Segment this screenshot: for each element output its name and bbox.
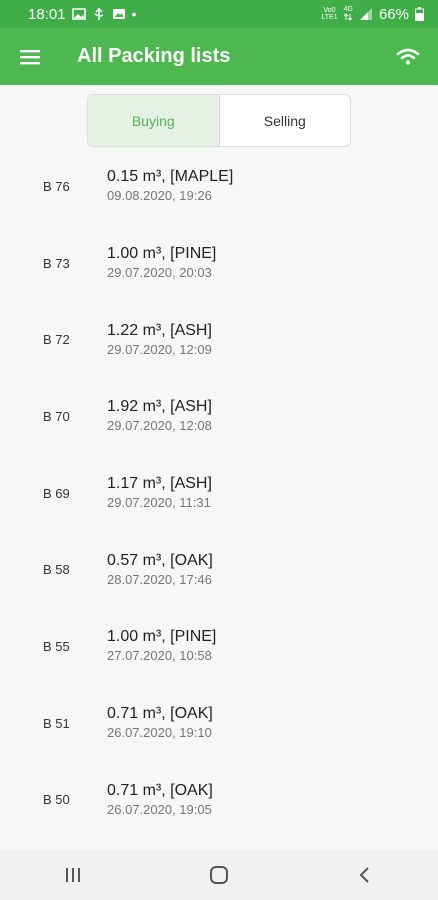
list-item[interactable]: B 50 0.71 m³, [OAK] 26.07.2020, 19:05 — [0, 762, 438, 839]
item-text: 0.15 m³, [MAPLE] 09.08.2020, 19:26 — [107, 167, 233, 205]
item-code: B 72 — [43, 332, 70, 348]
battery-percent: 66% — [378, 5, 409, 23]
list-item[interactable]: B 69 1.17 m³, [ASH] 29.07.2020, 11:31 — [0, 455, 438, 532]
wifi-button[interactable] — [378, 28, 438, 85]
item-date: 26.07.2020, 19:05 — [107, 801, 212, 817]
list-item[interactable]: B 51 0.71 m³, [OAK] 26.07.2020, 19:10 — [0, 685, 438, 762]
item-volume-species: 0.71 m³, [OAK] — [107, 781, 213, 799]
item-code: B 73 — [43, 255, 70, 271]
item-volume-species: 1.17 m³, [ASH] — [107, 475, 212, 493]
item-text: 1.17 m³, [ASH] 29.07.2020, 11:31 — [107, 474, 212, 512]
item-volume-species: 0.57 m³, [OAK] — [107, 551, 213, 569]
item-date: 26.07.2020, 19:10 — [107, 725, 212, 741]
recent-apps-icon — [66, 868, 80, 882]
list-item[interactable]: B 70 1.92 m³, [ASH] 29.07.2020, 12:08 — [0, 378, 438, 455]
item-code: B 70 — [43, 408, 70, 424]
data-arrows-icon — [343, 12, 353, 21]
tab-buying[interactable]: Buying — [88, 95, 220, 146]
item-text: 1.92 m³, [ASH] 29.07.2020, 12:08 — [107, 397, 212, 435]
gallery-notification-icon — [71, 8, 86, 20]
item-date: 09.08.2020, 19:26 — [107, 188, 212, 204]
item-text: 1.22 m³, [ASH] 29.07.2020, 12:09 — [107, 321, 212, 359]
item-date: 27.07.2020, 10:58 — [107, 648, 212, 664]
item-volume-species: 1.22 m³, [ASH] — [107, 321, 212, 339]
item-date: 28.07.2020, 17:46 — [107, 571, 212, 587]
list-item[interactable]: B 72 1.22 m³, [ASH] 29.07.2020, 12:09 — [0, 301, 438, 378]
network-label: 4G — [343, 5, 353, 13]
volte-top-label: Vo0 — [323, 7, 336, 14]
volte-indicator: Vo0 LTE1 — [321, 7, 337, 21]
recent-apps-button[interactable] — [43, 850, 103, 900]
hamburger-menu-icon — [20, 49, 40, 64]
tab-selling[interactable]: Selling — [220, 95, 351, 146]
item-code: B 50 — [43, 792, 70, 808]
item-date: 29.07.2020, 12:08 — [107, 418, 212, 434]
list-item[interactable]: B 73 1.00 m³, [PINE] 29.07.2020, 20:03 — [0, 225, 438, 302]
item-date: 29.07.2020, 11:31 — [107, 495, 211, 511]
status-time: 18:01 — [28, 5, 66, 23]
item-volume-species: 1.92 m³, [ASH] — [107, 398, 212, 416]
item-code: B 58 — [43, 562, 70, 578]
back-button[interactable] — [335, 850, 395, 900]
back-icon — [359, 867, 369, 883]
battery-icon — [415, 7, 424, 21]
list-item[interactable]: B 58 0.57 m³, [OAK] 28.07.2020, 17:46 — [0, 531, 438, 608]
status-bar: 18:01 • Vo0 LTE1 4G 66% — [0, 0, 438, 28]
wifi-icon — [396, 48, 420, 65]
item-volume-species: 0.15 m³, [MAPLE] — [107, 168, 234, 186]
item-code: B 76 — [43, 178, 70, 194]
page-title: All Packing lists — [77, 45, 231, 67]
notification-dot: • — [131, 6, 137, 22]
system-nav-bar — [0, 850, 438, 900]
item-volume-species: 1.00 m³, [PINE] — [107, 245, 217, 263]
item-date: 29.07.2020, 20:03 — [107, 265, 212, 281]
packing-list: B 76 0.15 m³, [MAPLE] 09.08.2020, 19:26 … — [0, 148, 438, 838]
menu-button[interactable] — [0, 28, 60, 85]
home-icon — [210, 866, 228, 884]
item-text: 0.71 m³, [OAK] 26.07.2020, 19:05 — [107, 781, 213, 819]
image-notification-icon — [112, 9, 125, 19]
item-text: 0.57 m³, [OAK] 28.07.2020, 17:46 — [107, 551, 213, 589]
list-item[interactable]: B 76 0.15 m³, [MAPLE] 09.08.2020, 19:26 — [0, 148, 438, 225]
buying-selling-toggle: Buying Selling — [87, 94, 351, 147]
status-right: Vo0 LTE1 4G 66% — [321, 6, 424, 23]
usb-notification-icon — [94, 8, 103, 20]
app-bar: All Packing lists — [0, 28, 438, 85]
list-item[interactable]: B 55 1.00 m³, [PINE] 27.07.2020, 10:58 — [0, 608, 438, 685]
item-date: 29.07.2020, 12:09 — [107, 341, 212, 357]
volte-bottom-label: LTE1 — [321, 14, 338, 21]
item-text: 1.00 m³, [PINE] 29.07.2020, 20:03 — [107, 244, 216, 282]
item-code: B 51 — [43, 715, 70, 731]
home-button[interactable] — [189, 850, 249, 900]
item-code: B 55 — [43, 638, 70, 654]
network-indicator: 4G — [344, 6, 353, 23]
item-code: B 69 — [43, 485, 70, 501]
item-text: 0.71 m³, [OAK] 26.07.2020, 19:10 — [107, 704, 213, 742]
item-volume-species: 0.71 m³, [OAK] — [107, 705, 213, 723]
item-text: 1.00 m³, [PINE] 27.07.2020, 10:58 — [107, 627, 216, 665]
item-volume-species: 1.00 m³, [PINE] — [107, 628, 217, 646]
status-left: 18:01 • — [28, 6, 136, 23]
signal-icon — [359, 8, 372, 20]
